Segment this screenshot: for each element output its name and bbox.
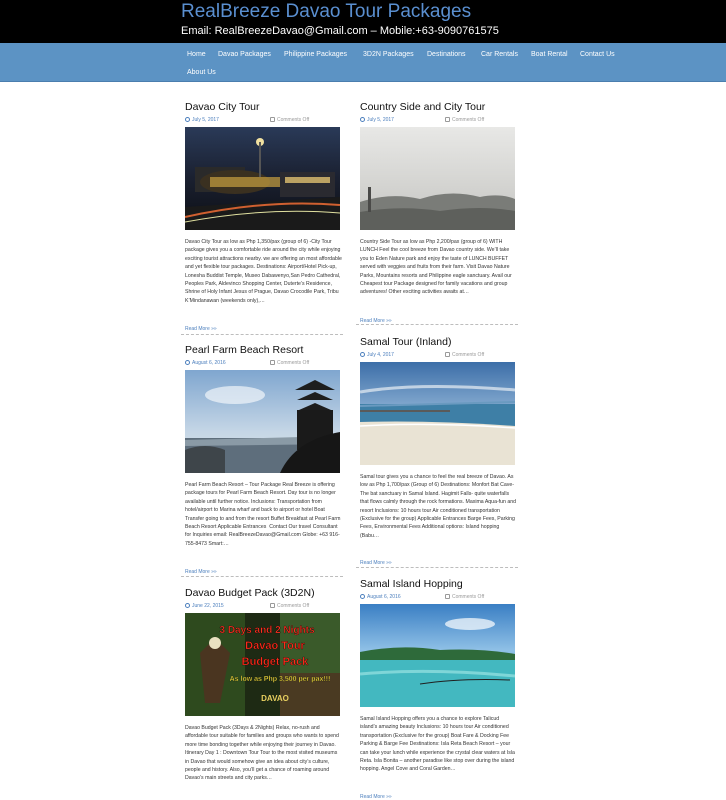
post-comments: Comments Off (445, 117, 484, 123)
post-meta: July 5, 2017 Comments Off (360, 117, 515, 125)
read-more-link[interactable]: Read More »» (185, 326, 217, 332)
site-contact: Email: RealBreezeDavao@Gmail.com – Mobil… (181, 25, 499, 37)
nav-home[interactable]: Home (187, 51, 206, 58)
post-thumbnail[interactable] (360, 127, 515, 230)
post-card: Davao City Tour July 5, 2017 Comments Of… (181, 101, 345, 341)
post-thumbnail[interactable] (185, 370, 340, 473)
post-excerpt: Pearl Farm Beach Resort – Tour Package R… (185, 482, 341, 547)
post-date: July 5, 2017 (185, 117, 219, 123)
comment-icon (270, 603, 275, 608)
post-excerpt: Samal tour gives you a chance to feel th… (360, 474, 516, 539)
post-comments: Comments Off (270, 603, 309, 609)
post-meta: June 22, 2015 Comments Off (185, 603, 340, 611)
post-card: Davao Budget Pack (3D2N) June 22, 2015 C… (185, 587, 345, 797)
clock-icon (185, 360, 190, 365)
post-divider (356, 324, 518, 325)
post-title[interactable]: Pearl Farm Beach Resort (185, 344, 303, 356)
image-caption: Davao Tour (245, 640, 305, 652)
site-header: RealBreeze Davao Tour Packages Email: Re… (0, 0, 726, 43)
post-date: July 4, 2017 (360, 352, 394, 358)
post-card: Samal Island Hopping August 6, 2016 Comm… (360, 578, 520, 800)
clock-icon (360, 352, 365, 357)
read-more-link[interactable]: Read More »» (185, 569, 217, 575)
nav-boat-rental[interactable]: Boat Rental (531, 51, 568, 58)
post-comments: Comments Off (445, 352, 484, 358)
clock-icon (360, 594, 365, 599)
main-nav: Home Davao Packages Philippine Packages … (0, 43, 726, 82)
image-caption: Budget Pack (242, 656, 310, 668)
post-title[interactable]: Samal Tour (Inland) (360, 336, 451, 348)
clock-icon (185, 117, 190, 122)
nav-car-rentals[interactable]: Car Rentals (481, 51, 518, 58)
post-card: Country Side and City Tour July 5, 2017 … (356, 101, 520, 331)
comment-icon (445, 352, 450, 357)
image-caption: 3 Days and 2 Nights (219, 625, 314, 636)
post-divider (181, 334, 343, 335)
post-comments: Comments Off (270, 360, 309, 366)
post-date: August 6, 2016 (185, 360, 226, 366)
post-card: Samal Tour (Inland) July 4, 2017 Comment… (356, 336, 520, 571)
nav-destinations[interactable]: Destinations (427, 51, 466, 58)
post-date: June 22, 2015 (185, 603, 224, 609)
comment-icon (270, 360, 275, 365)
post-thumbnail[interactable]: 3 Days and 2 Nights Davao Tour Budget Pa… (185, 613, 340, 716)
read-more-link[interactable]: Read More »» (360, 794, 392, 800)
post-title[interactable]: Davao Budget Pack (3D2N) (185, 587, 315, 599)
post-comments: Comments Off (445, 594, 484, 600)
post-comments: Comments Off (270, 117, 309, 123)
image-caption: DAVAO (261, 694, 289, 703)
read-more-link[interactable]: Read More »» (360, 560, 392, 566)
post-card: Pearl Farm Beach Resort August 6, 2016 C… (181, 344, 345, 580)
nav-contact-us[interactable]: Contact Us (580, 51, 615, 58)
post-date: August 6, 2016 (360, 594, 401, 600)
nav-davao-packages[interactable]: Davao Packages (218, 51, 271, 58)
post-divider (181, 576, 343, 577)
post-title[interactable]: Country Side and City Tour (360, 101, 485, 113)
post-thumbnail[interactable] (360, 604, 515, 707)
post-meta: July 5, 2017 Comments Off (185, 117, 340, 125)
post-excerpt: Davao Budget Pack (3Days & 2Nights) Rela… (185, 725, 339, 782)
post-title[interactable]: Samal Island Hopping (360, 578, 463, 590)
nav-about-us[interactable]: About Us (187, 69, 216, 76)
nav-3d2n-packages[interactable]: 3D2N Packages (363, 51, 414, 58)
post-excerpt: Davao City Tour as low as Php 1,350/pax … (185, 239, 342, 304)
post-thumbnail[interactable] (185, 127, 340, 230)
comment-icon (445, 117, 450, 122)
post-excerpt: Samal Island Hopping offers you a chance… (360, 716, 515, 773)
post-meta: August 6, 2016 Comments Off (360, 594, 515, 602)
site-title[interactable]: RealBreeze Davao Tour Packages (181, 1, 471, 23)
comment-icon (445, 594, 450, 599)
image-caption: As low as Php 3,500 per pax!!! (230, 676, 331, 683)
post-meta: August 6, 2016 Comments Off (185, 360, 340, 368)
comment-icon (270, 117, 275, 122)
post-title[interactable]: Davao City Tour (185, 101, 260, 113)
nav-philippine-packages[interactable]: Philippine Packages (284, 51, 347, 58)
post-excerpt: Country Side Tour as low as Php 2,200/pa… (360, 239, 512, 296)
post-thumbnail[interactable] (360, 362, 515, 465)
post-divider (356, 567, 518, 568)
post-date: July 5, 2017 (360, 117, 394, 123)
clock-icon (185, 603, 190, 608)
clock-icon (360, 117, 365, 122)
post-meta: July 4, 2017 Comments Off (360, 352, 515, 360)
